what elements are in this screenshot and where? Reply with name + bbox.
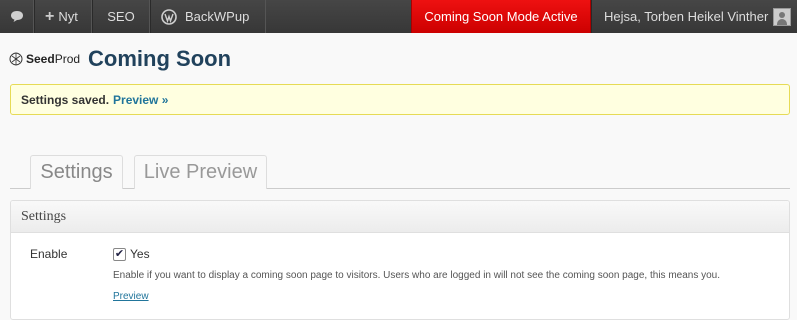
seedprod-logo: SeedProd bbox=[8, 52, 80, 66]
page-header: SeedProd Coming Soon bbox=[8, 46, 231, 72]
tab-settings[interactable]: Settings bbox=[30, 155, 123, 189]
user-account-menu[interactable]: Hejsa, Torben Heikel Vinther bbox=[591, 0, 797, 33]
new-label: Nyt bbox=[58, 9, 78, 24]
enable-label: Enable bbox=[30, 247, 68, 261]
coming-soon-label: Coming Soon Mode Active bbox=[424, 9, 578, 24]
preview-link[interactable]: Preview bbox=[113, 291, 149, 302]
seo-label: SEO bbox=[107, 9, 135, 24]
admin-bar-spacer bbox=[266, 0, 411, 33]
enable-description: Enable if you want to display a coming s… bbox=[113, 270, 721, 281]
plus-icon: + bbox=[45, 7, 55, 25]
new-content-menu[interactable]: + Nyt bbox=[34, 0, 92, 33]
backwpup-label: BackWPup bbox=[185, 9, 250, 24]
enable-checkbox-label: Yes bbox=[130, 247, 150, 261]
backwpup-menu[interactable]: BackWPup bbox=[150, 0, 266, 33]
settings-panel: Settings Enable ✔ Yes Enable if you want… bbox=[10, 200, 790, 320]
wordpress-icon bbox=[161, 8, 177, 25]
logo-rest-text: Prod bbox=[54, 52, 81, 66]
admin-bar: + Nyt SEO BackWPup Coming Soon Mode Acti… bbox=[0, 0, 797, 33]
page-title: Coming Soon bbox=[88, 46, 232, 71]
notice-preview-link[interactable]: Preview » bbox=[113, 93, 168, 107]
notice-message: Settings saved. bbox=[21, 92, 110, 107]
tab-live-preview[interactable]: Live Preview bbox=[134, 155, 267, 189]
settings-saved-notice: Settings saved. Preview » bbox=[10, 84, 790, 115]
tab-bar: Settings Live Preview bbox=[10, 155, 790, 189]
seo-menu[interactable]: SEO bbox=[92, 0, 150, 33]
coming-soon-mode-badge[interactable]: Coming Soon Mode Active bbox=[411, 0, 591, 33]
panel-title: Settings bbox=[11, 201, 789, 233]
enable-checkbox-wrapper[interactable]: ✔ Yes bbox=[113, 247, 150, 261]
seedprod-leaf-icon bbox=[9, 52, 23, 66]
comments-menu[interactable] bbox=[0, 0, 34, 33]
user-greeting: Hejsa, Torben Heikel Vinther bbox=[604, 9, 769, 24]
logo-bold-text: Seed bbox=[26, 52, 55, 66]
comment-bubble-icon bbox=[10, 11, 23, 22]
avatar bbox=[773, 7, 791, 26]
enable-checkbox[interactable]: ✔ bbox=[113, 247, 126, 261]
